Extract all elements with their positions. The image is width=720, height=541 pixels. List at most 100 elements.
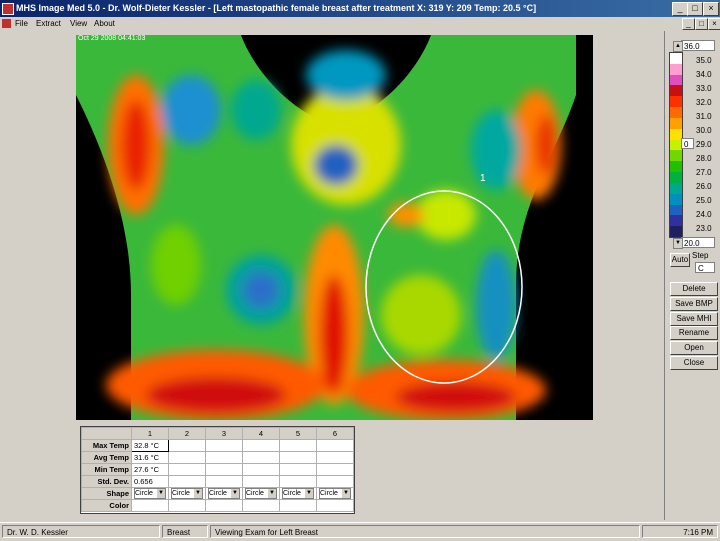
table-cell[interactable] — [279, 475, 317, 488]
color-cell[interactable] — [168, 499, 206, 512]
scale-level-label: 24.0 — [696, 210, 712, 219]
min-temp-cell[interactable]: 27.6 °C — [131, 463, 169, 476]
table-cell[interactable] — [168, 439, 206, 452]
table-cell[interactable] — [205, 439, 243, 452]
chevron-down-icon[interactable]: ▼ — [305, 489, 313, 498]
mid-level-spinner[interactable]: 0 — [681, 138, 694, 149]
table-cell[interactable] — [316, 451, 354, 464]
column-header[interactable]: 1 — [131, 427, 169, 440]
chevron-down-icon[interactable]: ▼ — [342, 489, 350, 498]
child-restore-button[interactable]: □ — [695, 18, 708, 30]
shape-value: Circle — [320, 490, 338, 497]
child-close-button[interactable]: × — [708, 18, 720, 30]
scale-swatch — [670, 204, 682, 216]
color-cell[interactable] — [131, 499, 169, 512]
scale-level-label: 35.0 — [696, 56, 712, 65]
min-temp-spinner[interactable]: ▼ 20.0 — [673, 237, 715, 249]
table-cell[interactable] — [279, 439, 317, 452]
chevron-down-icon[interactable]: ▼ — [268, 489, 276, 498]
menu-view[interactable]: View — [70, 19, 87, 28]
shape-value: Circle — [209, 490, 227, 497]
chevron-down-icon[interactable]: ▼ — [194, 489, 202, 498]
status-message: Viewing Exam for Left Breast — [210, 525, 640, 538]
shape-value: Circle — [283, 490, 301, 497]
menu-file[interactable]: File — [15, 19, 28, 28]
spinner-arrows-icon[interactable]: ▲ — [673, 41, 683, 52]
table-cell[interactable] — [168, 463, 206, 476]
avg-temp-cell[interactable]: 31.6 °C — [131, 451, 169, 464]
scale-swatch — [670, 182, 682, 195]
step-label: Step — [692, 251, 709, 260]
open-button[interactable]: Open — [670, 341, 718, 355]
scale-swatch — [670, 161, 682, 173]
maximize-button[interactable]: □ — [687, 2, 703, 16]
shape-value: Circle — [135, 490, 153, 497]
step-select[interactable]: C — [695, 262, 715, 273]
shape-select-2[interactable]: Circle ▼ — [171, 488, 203, 499]
max-temp-spinner[interactable]: ▲ 36.0 — [673, 40, 715, 52]
app-icon — [2, 3, 14, 15]
shape-select-5[interactable]: Circle ▼ — [282, 488, 314, 499]
shape-select-1[interactable]: Circle ▼ — [134, 488, 166, 499]
minimize-button[interactable]: _ — [672, 2, 688, 16]
column-header[interactable]: 4 — [242, 427, 280, 440]
row-label-color: Color — [81, 499, 132, 512]
status-user: Dr. W. D. Kessler — [2, 525, 160, 538]
thermal-image[interactable]: 1 — [76, 35, 593, 420]
table-cell[interactable] — [205, 451, 243, 464]
column-header[interactable]: 2 — [168, 427, 206, 440]
chevron-down-icon[interactable]: ▼ — [231, 489, 239, 498]
corner-cell — [81, 427, 132, 440]
menu-about[interactable]: About — [94, 19, 115, 28]
column-header[interactable]: 3 — [205, 427, 243, 440]
delete-button[interactable]: Delete — [670, 282, 718, 296]
table-cell[interactable] — [168, 475, 206, 488]
table-cell[interactable] — [279, 463, 317, 476]
save-mhi-button[interactable]: Save MHI — [670, 312, 718, 326]
save-bmp-button[interactable]: Save BMP — [670, 297, 718, 311]
color-cell[interactable] — [242, 499, 280, 512]
table-cell[interactable] — [316, 439, 354, 452]
rename-button[interactable]: Rename — [670, 326, 718, 340]
document-icon[interactable] — [2, 19, 11, 28]
table-cell[interactable] — [242, 451, 280, 464]
std-dev-cell[interactable]: 0.656 — [131, 475, 169, 488]
table-cell[interactable] — [316, 475, 354, 488]
scale-swatch — [670, 107, 682, 119]
roi-marker-label: 1 — [480, 173, 486, 184]
color-cell[interactable] — [205, 499, 243, 512]
scale-swatch — [670, 226, 682, 238]
close-button[interactable]: × — [703, 2, 719, 16]
spinner-arrows-icon[interactable]: ▼ — [673, 238, 683, 249]
table-cell[interactable] — [242, 463, 280, 476]
scale-swatch — [670, 150, 682, 162]
table-cell[interactable] — [316, 463, 354, 476]
auto-button[interactable]: Auto — [670, 253, 690, 267]
table-cell[interactable] — [205, 463, 243, 476]
table-cell[interactable] — [242, 439, 280, 452]
color-cell[interactable] — [279, 499, 317, 512]
column-header[interactable]: 5 — [279, 427, 317, 440]
column-header[interactable]: 6 — [316, 427, 354, 440]
close-image-button[interactable]: Close — [670, 356, 718, 370]
status-clock: 7:16 PM — [642, 525, 718, 538]
scale-swatch — [670, 85, 682, 97]
row-label-min-temp: Min Temp — [81, 463, 132, 476]
chevron-down-icon[interactable]: ▼ — [157, 489, 165, 498]
menu-extract[interactable]: Extract — [36, 19, 61, 28]
child-minimize-button[interactable]: _ — [682, 18, 695, 30]
shape-select-6[interactable]: Circle ▼ — [319, 488, 351, 499]
scale-swatch — [670, 117, 682, 130]
max-temp-cell[interactable]: 32.8 °C — [131, 439, 169, 452]
max-temp-value: 36.0 — [684, 42, 700, 51]
step-value: C — [698, 264, 704, 273]
window-title: MHS Image Med 5.0 - Dr. Wolf-Dieter Kess… — [16, 3, 537, 13]
table-cell[interactable] — [242, 475, 280, 488]
shape-select-4[interactable]: Circle ▼ — [245, 488, 277, 499]
scale-level-label: 25.0 — [696, 196, 712, 205]
table-cell[interactable] — [279, 451, 317, 464]
shape-select-3[interactable]: Circle ▼ — [208, 488, 240, 499]
table-cell[interactable] — [168, 451, 206, 464]
table-cell[interactable] — [205, 475, 243, 488]
color-cell[interactable] — [316, 499, 354, 512]
